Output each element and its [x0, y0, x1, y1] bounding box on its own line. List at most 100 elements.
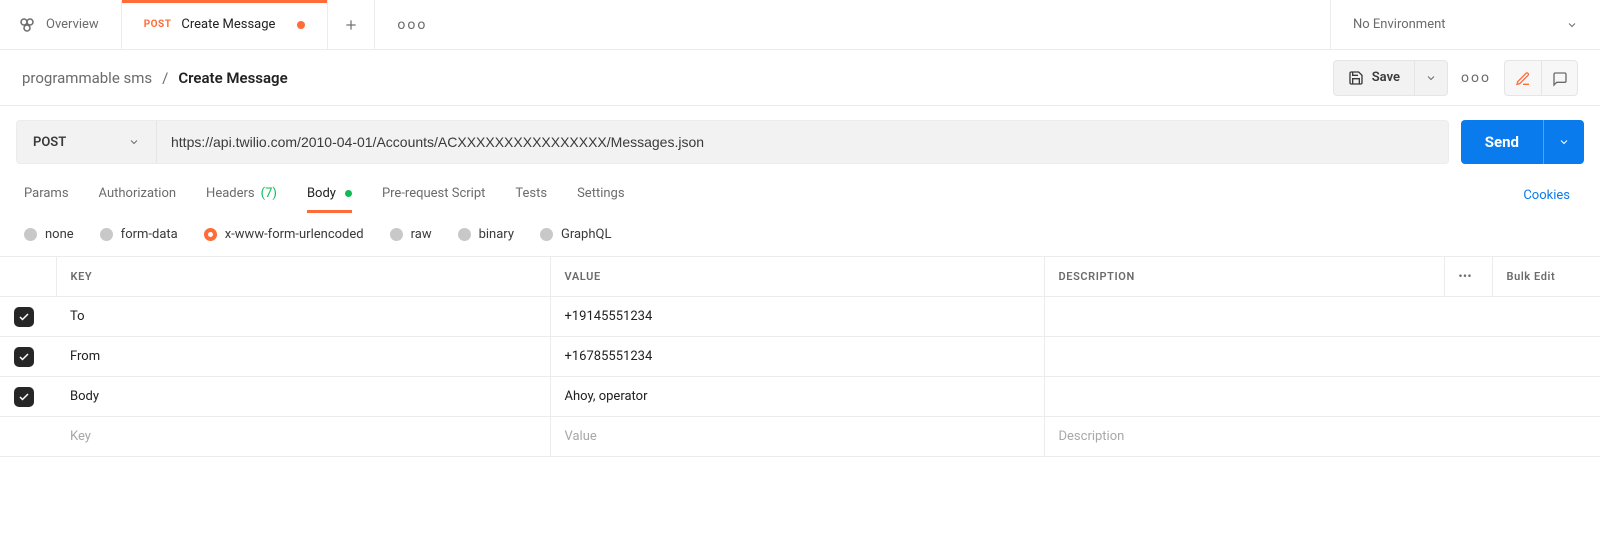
- kv-header-row: ••• Bulk Edit: [0, 257, 1600, 297]
- cookies-label: Cookies: [1523, 188, 1570, 203]
- tab-headers-label: Headers: [206, 186, 255, 201]
- cookies-link[interactable]: Cookies: [1523, 188, 1576, 203]
- tab-overview[interactable]: Overview: [0, 0, 122, 49]
- placeholder-key[interactable]: Key: [56, 417, 550, 457]
- comment-icon: [1552, 71, 1568, 87]
- header-checkbox-col: [0, 257, 56, 297]
- radio-none[interactable]: none: [24, 227, 74, 242]
- tab-authorization[interactable]: Authorization: [99, 178, 177, 213]
- radio-urlencoded-label: x-www-form-urlencoded: [225, 227, 364, 242]
- row-checkbox-empty: [0, 417, 56, 457]
- radio-binary-label: binary: [479, 227, 514, 242]
- header-key: [56, 257, 550, 297]
- radio-none-label: none: [45, 227, 74, 242]
- radio-raw-label: raw: [411, 227, 432, 242]
- request-more-button[interactable]: ooo: [1458, 60, 1494, 96]
- row-key[interactable]: From: [56, 337, 550, 377]
- kv-row: Body Ahoy, operator: [0, 377, 1600, 417]
- method-select[interactable]: POST: [17, 121, 157, 163]
- tab-authorization-label: Authorization: [99, 186, 177, 201]
- row-key[interactable]: To: [56, 297, 550, 337]
- request-sub-tabs: Params Authorization Headers (7) Body Pr…: [0, 168, 1600, 213]
- headers-count-badge: (7): [261, 186, 277, 201]
- row-description[interactable]: [1044, 337, 1600, 377]
- unsaved-dot-icon: [297, 21, 305, 29]
- tab-headers[interactable]: Headers (7): [206, 178, 277, 213]
- radio-knob-icon: [390, 228, 403, 241]
- dots-icon: ooo: [1461, 70, 1491, 86]
- tab-body[interactable]: Body: [307, 178, 352, 213]
- row-value[interactable]: +16785551234: [550, 337, 1044, 377]
- header-description: [1044, 257, 1444, 297]
- right-tools: [1504, 60, 1578, 96]
- row-checkbox[interactable]: [14, 387, 34, 407]
- send-button[interactable]: Send: [1461, 120, 1543, 164]
- tab-prerequest[interactable]: Pre-request Script: [382, 178, 485, 213]
- send-button-group: Send: [1461, 120, 1584, 164]
- check-icon: [18, 391, 30, 403]
- header-more-button[interactable]: •••: [1444, 257, 1492, 297]
- save-label: Save: [1372, 70, 1400, 85]
- save-options-button[interactable]: [1414, 61, 1447, 95]
- kv-row: To +19145551234: [0, 297, 1600, 337]
- breadcrumb-separator: /: [162, 69, 168, 87]
- kv-placeholder-row: Key Value Description: [0, 417, 1600, 457]
- breadcrumb-row: programmable sms / Create Message Save o…: [0, 50, 1600, 106]
- body-kv-table: ••• Bulk Edit To +19145551234 From +1678…: [0, 256, 1600, 457]
- breadcrumb-collection[interactable]: programmable sms: [22, 69, 152, 87]
- check-icon: [18, 311, 30, 323]
- method-url-group: POST: [16, 120, 1449, 164]
- breadcrumb-current: Create Message: [178, 69, 287, 87]
- row-description[interactable]: [1044, 377, 1600, 417]
- environment-label: No Environment: [1353, 17, 1446, 32]
- radio-urlencoded[interactable]: x-www-form-urlencoded: [204, 227, 364, 242]
- tab-overflow-button[interactable]: ooo: [375, 0, 449, 49]
- url-input[interactable]: [157, 121, 1448, 163]
- tab-settings[interactable]: Settings: [577, 178, 624, 213]
- radio-knob-icon: [458, 228, 471, 241]
- breadcrumb: programmable sms / Create Message: [22, 69, 288, 87]
- pencil-icon: [1515, 71, 1531, 87]
- top-tab-bar: Overview POST Create Message ooo No Envi…: [0, 0, 1600, 50]
- radio-graphql[interactable]: GraphQL: [540, 227, 611, 242]
- new-tab-button[interactable]: [328, 0, 375, 49]
- kv-row: From +16785551234: [0, 337, 1600, 377]
- chevron-down-icon: [1558, 136, 1570, 148]
- tab-prerequest-label: Pre-request Script: [382, 186, 485, 201]
- tab-settings-label: Settings: [577, 186, 624, 201]
- radio-knob-icon: [24, 228, 37, 241]
- radio-formdata[interactable]: form-data: [100, 227, 178, 242]
- row-key[interactable]: Body: [56, 377, 550, 417]
- edit-button[interactable]: [1505, 61, 1541, 96]
- tab-method-badge: POST: [144, 19, 172, 30]
- plus-icon: [344, 18, 358, 32]
- row-description[interactable]: [1044, 297, 1600, 337]
- save-button[interactable]: Save: [1334, 61, 1414, 95]
- radio-knob-icon: [540, 228, 553, 241]
- placeholder-description[interactable]: Description: [1044, 417, 1600, 457]
- tab-params[interactable]: Params: [24, 178, 69, 213]
- send-options-button[interactable]: [1543, 120, 1584, 164]
- row-value[interactable]: Ahoy, operator: [550, 377, 1044, 417]
- row-checkbox[interactable]: [14, 307, 34, 327]
- overview-icon: [18, 16, 36, 34]
- bulk-edit-button[interactable]: Bulk Edit: [1492, 257, 1600, 297]
- comment-button[interactable]: [1541, 61, 1577, 96]
- tab-tests[interactable]: Tests: [515, 178, 547, 213]
- radio-raw[interactable]: raw: [390, 227, 432, 242]
- placeholder-value[interactable]: Value: [550, 417, 1044, 457]
- save-icon: [1348, 70, 1364, 86]
- radio-formdata-label: form-data: [121, 227, 178, 242]
- request-row: POST Send: [0, 106, 1600, 168]
- tab-create-message[interactable]: POST Create Message: [122, 0, 329, 49]
- send-label: Send: [1485, 133, 1519, 151]
- radio-binary[interactable]: binary: [458, 227, 514, 242]
- chevron-down-icon: [128, 136, 140, 148]
- environment-select[interactable]: No Environment: [1330, 0, 1600, 49]
- save-button-group: Save: [1333, 60, 1448, 96]
- body-has-content-dot: [345, 190, 352, 197]
- row-value[interactable]: +19145551234: [550, 297, 1044, 337]
- row-checkbox[interactable]: [14, 347, 34, 367]
- radio-graphql-label: GraphQL: [561, 227, 611, 242]
- header-value: [550, 257, 1044, 297]
